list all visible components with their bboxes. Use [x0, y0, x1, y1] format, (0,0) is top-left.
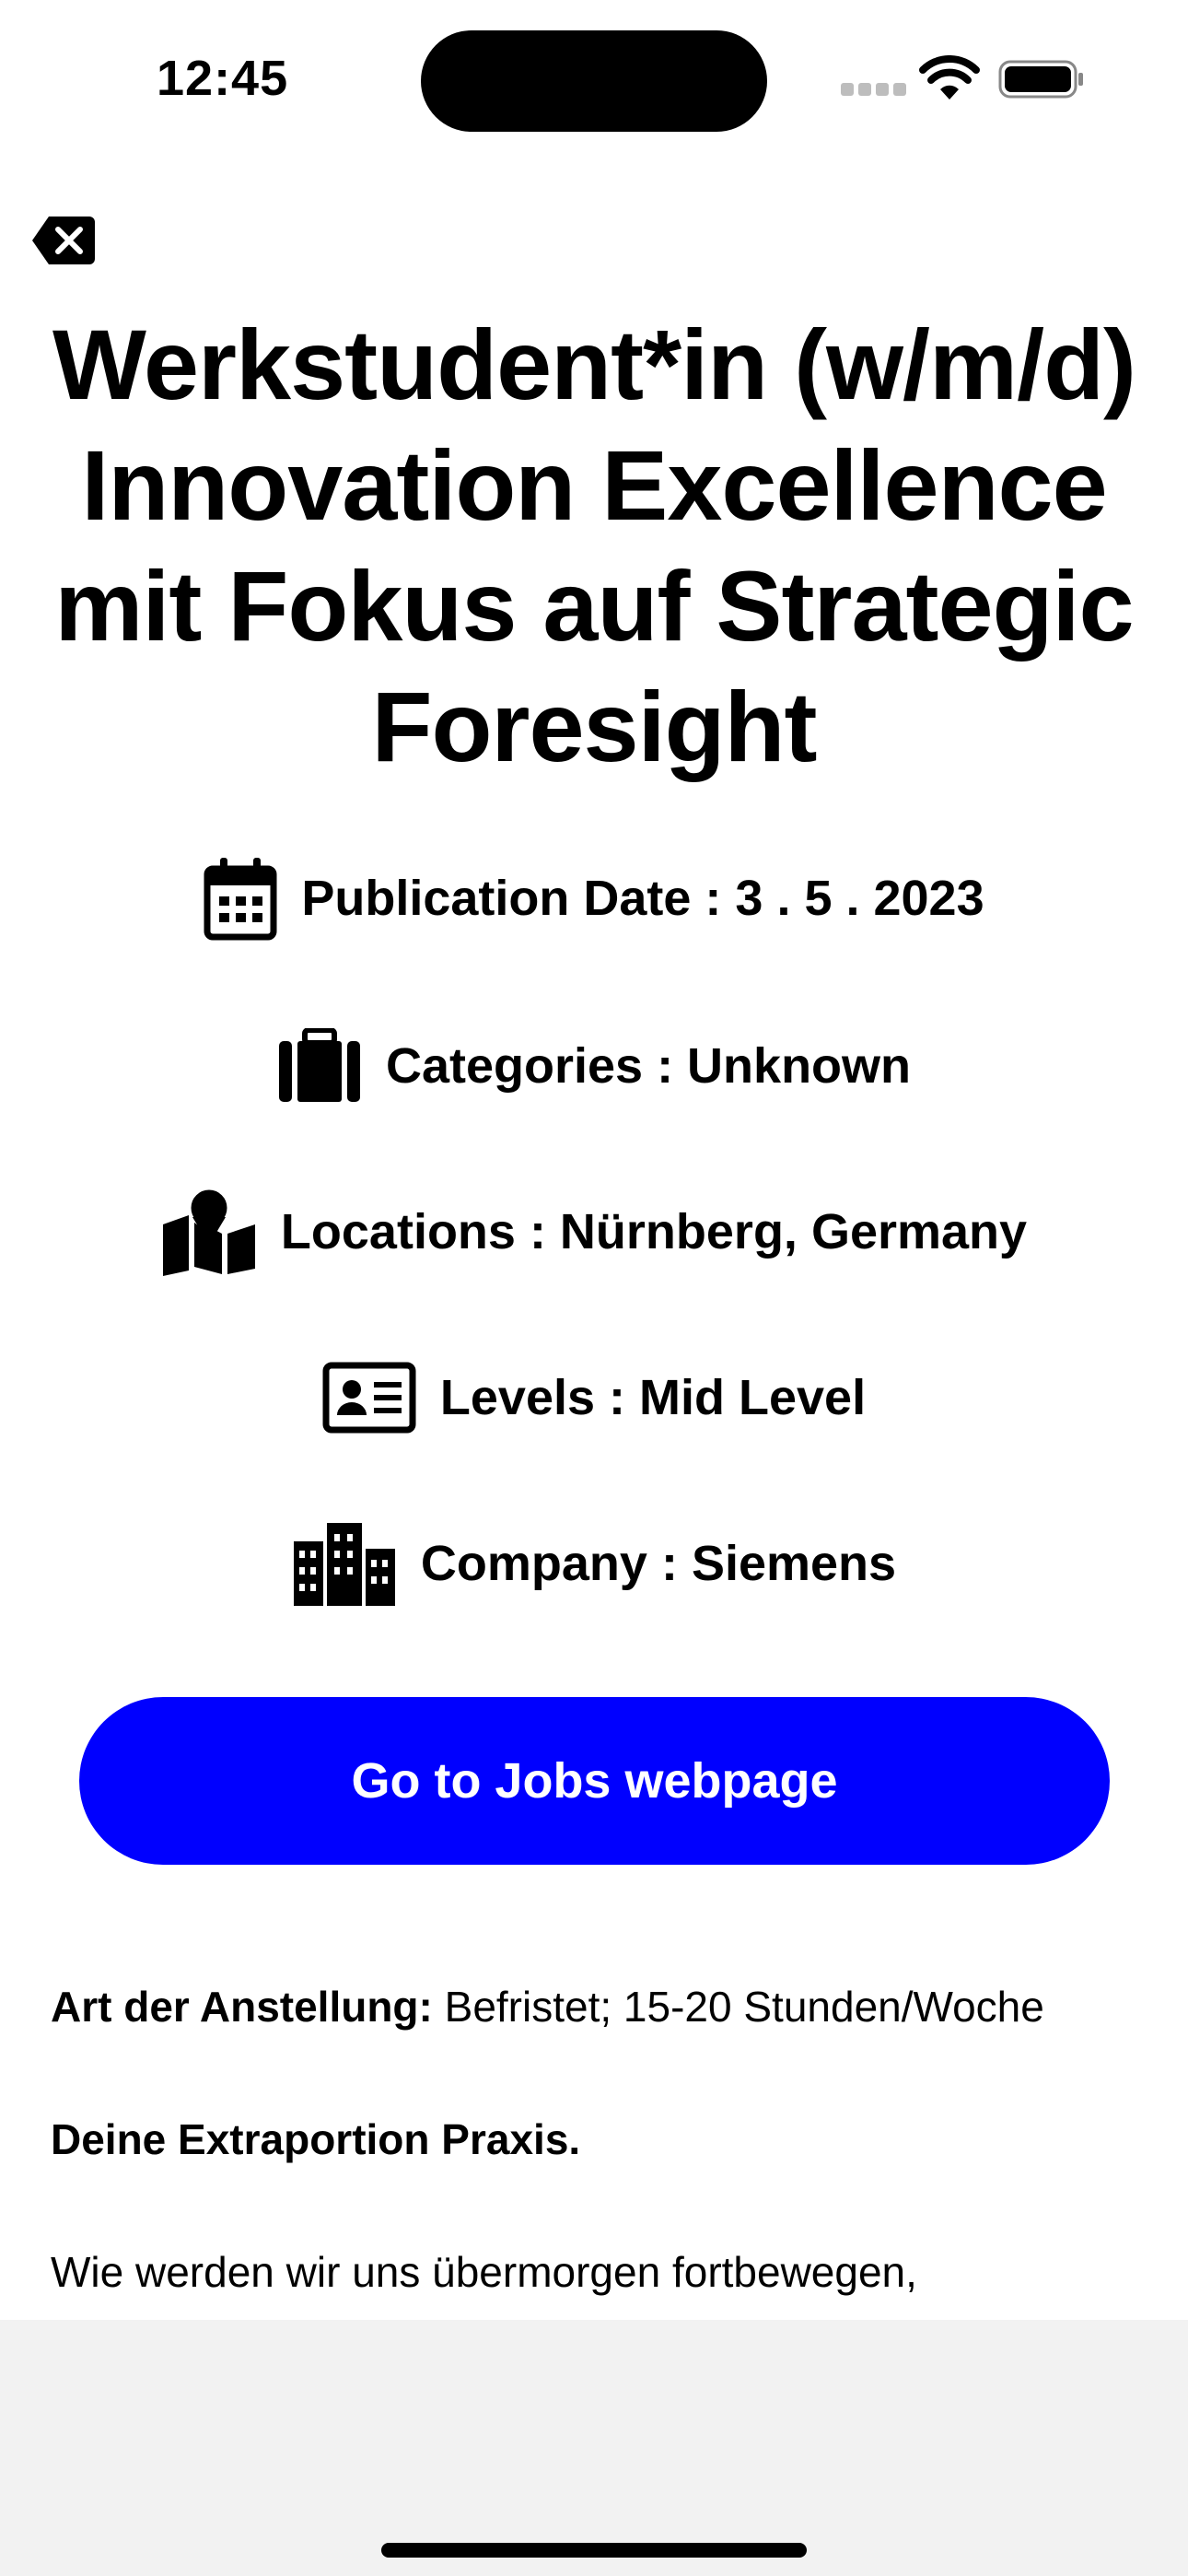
employment-type-value: Befristet; 15-20 Stunden/Woche [432, 1983, 1044, 2031]
publication-date-row: Publication Date : 3 . 5 . 2023 [0, 848, 1188, 949]
publication-date: Publication Date : 3 . 5 . 2023 [301, 871, 984, 926]
dynamic-island [421, 30, 767, 132]
categories-row: Categories : Unknown [0, 1015, 1188, 1117]
signal-icon [841, 83, 906, 96]
bottom-area [0, 2320, 1188, 2576]
status-time: 12:45 [157, 51, 289, 106]
battery-icon [998, 60, 1083, 99]
categories: Categories : Unknown [385, 1038, 912, 1094]
home-indicator[interactable] [381, 2543, 807, 2558]
calendar-icon [204, 858, 277, 941]
levels-row: Levels : Mid Level [0, 1347, 1188, 1448]
go-to-jobs-webpage-button[interactable]: Go to Jobs webpage [79, 1697, 1110, 1865]
locations-row: Locations : Nürnberg, Germany [0, 1181, 1188, 1282]
map-pin-icon [162, 1188, 255, 1276]
levels: Levels : Mid Level [439, 1370, 867, 1425]
status-bar: 12:45 [0, 0, 1188, 157]
id-card-icon [322, 1362, 416, 1434]
company-row: Company : Siemens [0, 1513, 1188, 1614]
job-title: Werkstudent*in (w/m/d) Innovation Excell… [52, 309, 1136, 782]
close-icon[interactable] [30, 215, 97, 266]
company: Company : Siemens [420, 1536, 897, 1591]
building-icon [293, 1523, 395, 1606]
briefcase-icon [278, 1028, 360, 1102]
employment-type-label: Art der Anstellung: [51, 1983, 433, 2031]
wifi-icon [919, 55, 980, 100]
description-intro: Wie werden wir uns übermorgen fortbewege… [51, 2248, 917, 2296]
locations: Locations : Nürnberg, Germany [280, 1204, 1028, 1259]
employment-type-paragraph: Art der Anstellung: Befristet; 15-20 Stu… [51, 1979, 1156, 2034]
job-detail-screen: 12:45 Werkstudent*in (w/m/d) Innovation … [0, 0, 1188, 2576]
description-heading: Deine Extraportion Praxis. [51, 2115, 581, 2163]
